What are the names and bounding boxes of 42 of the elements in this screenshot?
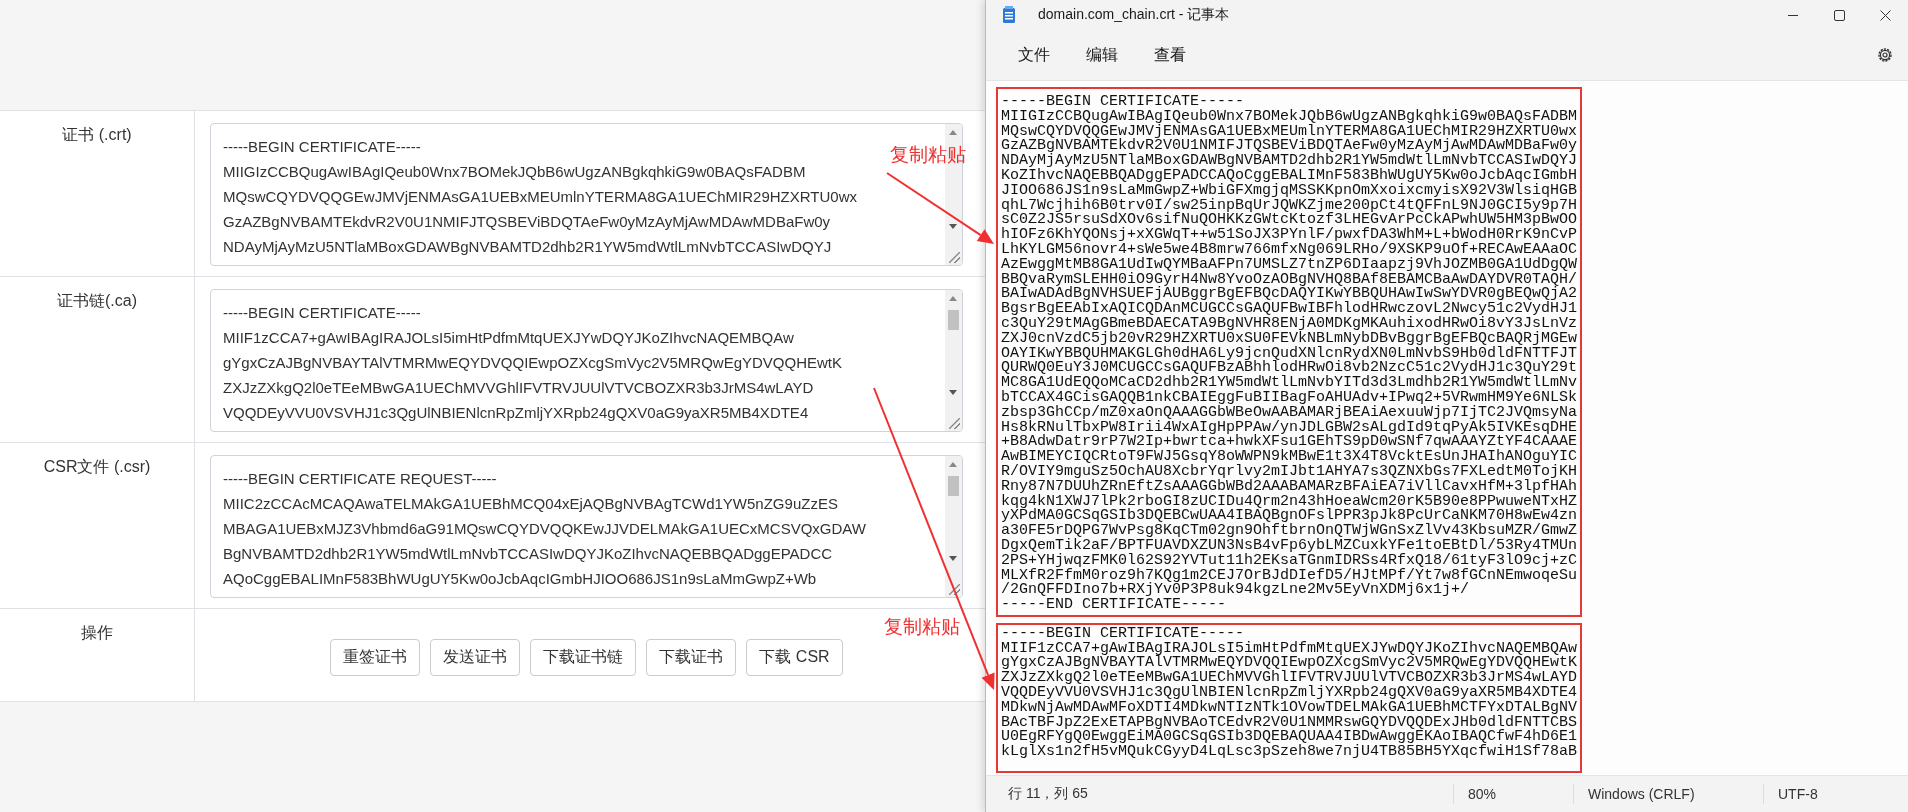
- action-button[interactable]: 下载证书链: [530, 639, 637, 676]
- scroll-thumb[interactable]: [948, 476, 959, 496]
- field-label: CSR文件 (.csr): [43, 457, 151, 477]
- field-label: 操作: [81, 623, 113, 643]
- close-icon[interactable]: [1879, 9, 1891, 21]
- action-button[interactable]: 发送证书: [430, 639, 521, 676]
- action-button[interactable]: 下载 CSR: [746, 639, 843, 676]
- status-text: Windows (CRLF): [1573, 784, 1763, 804]
- status-text: 行 11，列 65: [1007, 785, 1089, 803]
- menu-item[interactable]: 文件: [1008, 40, 1060, 70]
- certificate-text: -----BEGIN CERTIFICATE----- MIIF1zCCA7+gAwIBAgIRAJOLsI5imHtPdfmMtqUEXJYwDQYJKoZIhvcNAQEMBQAw gYgxCzAJBgNVBAYTAlVTMRMwEQYDVQQIEwpOZXcgSmVyc2V5MRQwEgYDVQQHEwtK ZXJzZXkgQ2l0eTEeMBwGA1UEChMVVGhlIFVTRVJUUlVTVCBOZXR3b3JrMS4wLAYD VQQDEyVVU0VSVHJ1c3QgUlNBIENlcnRpZmljYXRpb24gQXV0aG9yaXR5MB4XDTE4 MDkwNjAwMDAwMFoXDTI4MDkwNTIzNTk1OVowTDELMAkGA1UEBhMCTFYxDTALBgNV BAcTBFJpZ2ExETAPBgNVBAoTCEdvR2V0U1NMMRswGQYDVQQDExJHb0dldFNTTCBS U0EgRFYgQ0EwggEiMA0GCSqGSIb3DQEBAQUAA4IBDwAwggEKAoIBAQCfwF4hD6E1 kLglXs1n2fH5vMQukCGyyD4LqLsc3pSzeh8we7njU4TB85BH5YXqcfwiH1Sf78aB: [996, 622, 1583, 773]
- scroll-down-icon: [949, 224, 957, 229]
- resize-grip-icon[interactable]: [949, 584, 960, 595]
- scroll-down-icon: [949, 390, 957, 395]
- certificate-text: -----BEGIN CERTIFICATE----- MIIGIzCCBQugAwIBAgIQeub0Wnx7BOMekJQbB6wUgzANBgkqhkiG9w0BAQsFADBM MQswCQYDVQQGEwJMVjENMAsGA1UEBxMEUmlnYTERMA8GA1UEChMIR29HZXRTU0wx GzAZBgNVBAMTEkdvR2V0U1NMIFJTQSBEViBDQTAeFw0yMzAyMjAwMDAwMDBaFw0y NDAyMjAyMzU5NTlaMBoxGDAWBgNVBAMTD2dhb2R1YW5mdWtlLmNvbTCCASIwDQYJ KoZIhvcNAQEBBQADggEPADCCAQoCggEBALIMnF583BhWUgUY5Kw0oJcbAqcIGmbH JIOO686JS1n9sLaMmGwpZ+WbiGFXmgjqMSSKKpnOmXxoixcmyisX92V3WlsiqHGB qhL7Wcjhih6B0trv0I/sw25inpBqUrJQWKZjme200pCt4tQFFnL9NJ0GCI5y9p7H sC0Z2JS5rsuSdXOv6sifNuQOHKKzGWtcKtozf3LHEGvArPcCkAPwhUW5HM3pBwOO hIOFz6KhYQONsj+xXGWqT++w51SoJX3PYnlF/pwxfDA3WhM+L+bWodH0RrK9nCvP LhKYLGM56novr4+sWe5we4B8mrw766mfxNg069LRHo/9XSKP9uOf+RECAwEAAaOC AzEwggMtMB8GA1UdIwQYMBaAFPn7UMSLZ7tnZP6DIaapzj9VhJOZMB0GA1UdDgQW BBQvaRymSLEHH0iO9GyrH4Nw8YvoOzAOBgNVHQ8BAf8EBAMCBaAwDAYDVR0TAQH/ BAIwADAdBgNVHSUEFjAUBggrBgEFBQcDAQYIKwYBBQUHAwIwSwYDVR0gBEQwQjA2 BgsrBgEEAbIxAQICQDAnMCUGCCsGAQUFBwIBFhlodHRwczovL2Nwcy51c2VydHJ1 c3QuY29tMAgGBmeBDAECATA9BgNVHR8ENjA0MDKgMKAuhixodHRwOi8vY3JsLnVz ZXJ0cnVzdC5jb20vR29HZXRTU0xSU0FEVkNBLmNybDBvBggrBgEFBQcBAQRjMGEw OAYIKwYBBQUHMAKGLGh0dHA6Ly9jcnQudXNlcnRydXN0LmNvbS9Hb0dldFNTTFJT QURWQ0EuY3J0MCUGCCsGAQUFBzABhhlodHRwOi8vb2NzcC51c2VydHJ1c3QuY29t MC8GA1UdEQQoMCaCD2dhb2R1YW5mdWtlLmNvbYITd3d3Lmdhb2R1YW5mdWtlLmNv bTCCAX4GCisGAQQB1nkCBAIEggFuBIIBagFoAHUAdv+IPwq2+5VRwmHM9Ye6NLSk zbsp3GhCCp/mZ0xaOnQAAAGGbWBeOwAABAMARjBEAiAexuuWjp7IjTC2JVQmsyNa Hs8kRNulTbxPW8Irii4WxAIgHpPPAw/ynJDLGBW2sALgdId9tqPyAk5IVKEsqDHE +B8AdwDatr9rP7W2Ip+bwrtca+hwkXFsu1GEhTS9pD0wSNf7qwAAAYZtYF4CAAAE AwBIMEYCIQCRtoT9FWJ5GsqY8oWWPN9kMBwE1t3X4T8VcktEsUnJHAIhANOguYIC R/OVIY9mguSz5OchAU8XcbrYqrlvy2mIJbt1AHYA7s3QZNXbGs7FXLedtM0TojKH Rny87N7DUUhZRnEftZsAAAGGbWBd2AAABAMARzBFAiEA7iVllCavxHfM+3lpfHAh kqg4kN1XWJ7lPk2rboGI8zUCIDu4Qrm2n43hHoeaWcm20rK5B90e8PPwuweNTxHZ yXPdMA0GCSqGSIb3DQEBCwUAA4IBAQBgnOFslPPR3pJk8PcUrCaNKM70H8wEw4zn a30FE5rDQPG7WvPsg8KqCTm02gn9OhftbrnOnQTWjWGnSxZlVv43KbsuMZR/GmwZ DgxQemTik2aF/BPTFUAVDXZUN3NsB4vFp6ybLMZCuxkYFe1toEBtDl/53Ry4TMUn 2PS+YHjwqzFMK0l62S92YVTut11h2EKsaTGnmIDRSs4RfxQ18/61tyF3lO9cj+zC MLXfR2FfmM0roz9h7KQg1m2CEJ7OrBJdDIefD5/HJtMPf/Yt7w8fGCnNEmwoqeSu /2GnQFFDIno7b+RXjYv0P3P8uk94kgzLne2Mv5EyVnXDMj6x1j+/ -----END CERTIFICATE-----: [996, 87, 1583, 617]
- text-area[interactable]: [210, 289, 963, 432]
- scrollbar[interactable]: [945, 456, 962, 597]
- scroll-up-icon: [949, 296, 957, 301]
- scroll-down-icon: [949, 556, 957, 561]
- window-title: domain.com_chain.crt - 记事本: [1038, 6, 1230, 24]
- scroll-thumb[interactable]: [948, 310, 959, 330]
- status-text: UTF-8: [1763, 784, 1908, 804]
- certificate-text: -----BEGIN CERTIFICATE----- MIIF1zCCA7+gAwIBAgIRAJOLsI5imHtPdfmMtqUEXJYwDQYJKoZIhvcNAQEMBQAw gYgxCzAJBgNVBAYTAlVTMRMwEQYDVQQIEwpOZXcgSmVyc2V5MRQwEgYDVQQHEwtK ZXJzZXkgQ2l0eTEeMBwGA1UEChMVVGhlIFVTRVJUUlVTVCBOZXR3b3JrMS4wLAYD VQQDEyVVU0VSVHJ1c3QgUlNBIENlcnRpZmljYXRpb24gQXV0aG9yaXR5MB4XDTE4: [222, 303, 843, 423]
- minimize-icon[interactable]: [1788, 14, 1798, 16]
- scrollbar[interactable]: [945, 290, 962, 431]
- action-button[interactable]: 重签证书: [330, 639, 421, 676]
- certificate-text: -----BEGIN CERTIFICATE REQUEST----- MIIC2zCCAcMCAQAwaTELMAkGA1UEBhMCQ04xEjAQBgNVBAgTCWd1YW5nZG9uZzES MBAGA1UEBxMJZ3Vhbmd6aG91MQswCQYDVQQKEwJJVDELMAkGA1UECxMCSVQxGDAW BgNVBAMTD2dhb2R1YW5mdWtlLmNvbTCCASIwDQYJKoZIhvcNAQEBBQADggEPADCC AQoCggEBALIMnF583BhWUgUY5Kw0oJcbAqcIGmbHJIOO686JS1n9sLaMmGwpZ+Wb: [222, 469, 866, 589]
- settings-icon[interactable]: [1876, 46, 1894, 64]
- certificate-text: -----BEGIN CERTIFICATE----- MIIGIzCCBQugAwIBAgIQeub0Wnx7BOMekJQbB6wUgzANBgkqhkiG9w0BAQsFADBM MQswCQYDVQQGEwJMVjENMAsGA1UEBxMEUmlnYTERMA8GA1UEChMIR29HZXRTU0wx GzAZBgNVBAMTEkdvR2V0U1NMIFJTQSBEViBDQTAeFw0yMzAyMjAwMDAwMDBaFw0y NDAyMjAyMzU5NTlaMBoxGDAWBgNVBAMTD2dhb2R1YW5mdWtlLmNvbTCCASIwDQYJ: [222, 137, 857, 257]
- maximize-icon[interactable]: [1833, 9, 1845, 21]
- text-area[interactable]: [210, 455, 963, 598]
- field-label: 证书链(.ca): [57, 291, 137, 311]
- notepad-icon: [1002, 6, 1016, 24]
- status-text: 80%: [1453, 784, 1573, 804]
- field-label: 证书 (.crt): [62, 125, 132, 145]
- annotation-label: 复制粘贴: [884, 614, 960, 639]
- scroll-up-icon: [949, 130, 957, 135]
- scroll-up-icon: [949, 462, 957, 467]
- menu-item[interactable]: 编辑: [1076, 40, 1128, 70]
- menu-item[interactable]: 查看: [1144, 40, 1196, 70]
- action-button[interactable]: 下载证书: [646, 639, 737, 676]
- annotation-label: 复制粘贴: [890, 142, 966, 167]
